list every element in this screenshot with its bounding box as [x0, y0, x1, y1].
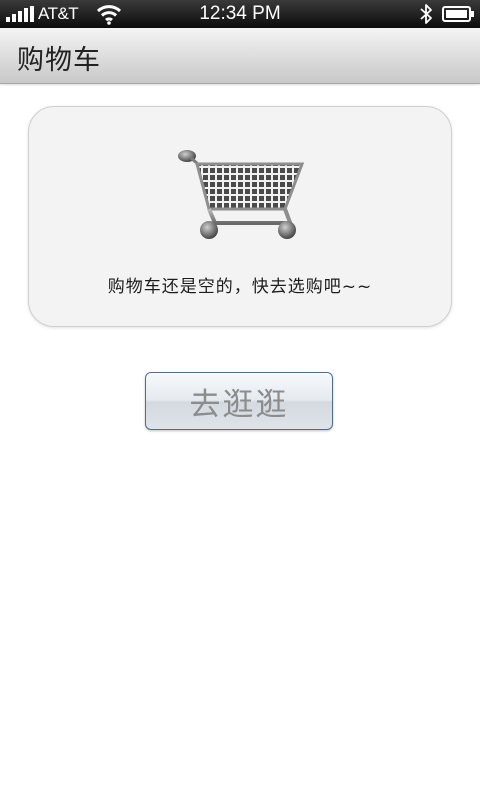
status-time: 12:34 PM	[199, 3, 281, 24]
page-title: 购物车	[17, 45, 101, 76]
status-bar: AT&T 12:34 PM	[0, 0, 480, 28]
empty-cart-panel: 购物车还是空的，快去选购吧~~	[28, 106, 452, 327]
shopping-cart-icon	[178, 150, 305, 239]
go-shopping-button[interactable]: 去逛逛	[145, 372, 333, 430]
title-bar: 购物车	[0, 28, 480, 84]
bluetooth-icon	[420, 4, 432, 24]
battery-icon	[442, 6, 474, 22]
go-shopping-label: 去逛逛	[189, 386, 289, 423]
empty-cart-message: 购物车还是空的，快去选购吧~~	[107, 277, 373, 297]
